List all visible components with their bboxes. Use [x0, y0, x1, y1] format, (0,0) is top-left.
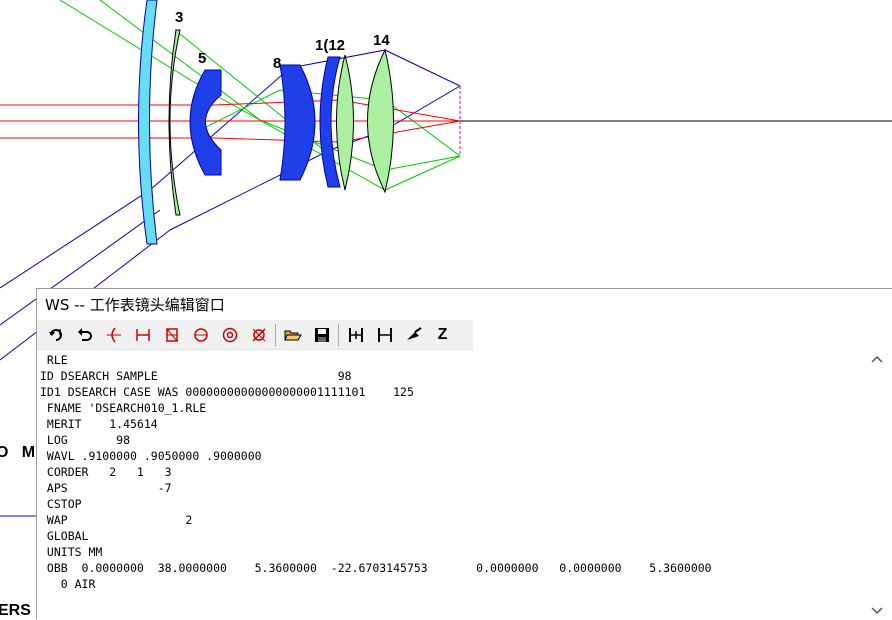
surface-label-12: 1(12 — [315, 37, 345, 54]
editor-line[interactable]: CORDER 2 1 3 — [40, 464, 863, 480]
lens-element-2 — [168, 29, 181, 216]
ws-editor-window: WS -- 工作表镜头编辑窗口 Z RLE ID DSEARCH SAMPLE … — [36, 288, 892, 620]
toolbar-separator — [338, 323, 339, 346]
editor-line[interactable]: UNITS MM — [40, 544, 863, 560]
thickness-marker-icon — [377, 327, 392, 342]
surface-label-14: 14 — [373, 32, 390, 49]
save-icon — [314, 327, 329, 342]
lens-element-4 — [279, 64, 316, 181]
z-button[interactable]: Z — [428, 322, 457, 348]
sphere-icon — [193, 327, 208, 342]
target-button[interactable] — [215, 322, 244, 348]
insert-surface-button[interactable] — [341, 322, 370, 348]
background-fragment-row: O M — [0, 444, 36, 461]
delete-button[interactable] — [244, 322, 273, 348]
editor-line[interactable]: APS -7 — [40, 480, 863, 496]
editor-line[interactable]: FNAME 'DSEARCH010_1.RLE — [40, 400, 863, 416]
undo-all-icon — [48, 328, 62, 341]
editor-line[interactable]: WAVL .9100000 .9050000 .9000000 — [40, 448, 863, 464]
lens-data-editor[interactable]: RLE ID DSEARCH SAMPLE 98 ID1 DSEARCH CASE … — [37, 350, 863, 620]
lens-element-6 — [336, 54, 354, 191]
delete-icon — [251, 327, 266, 342]
pickup-button[interactable] — [399, 322, 428, 348]
scroll-down-button[interactable] — [870, 606, 884, 616]
vertical-scrollbar[interactable] — [862, 350, 892, 620]
editor-line[interactable]: WAP 2 — [40, 512, 863, 528]
save-button[interactable] — [307, 322, 336, 348]
glass-button[interactable] — [157, 322, 186, 348]
pickup-icon — [406, 326, 422, 340]
window-title: WS -- 工作表镜头编辑窗口 — [45, 296, 225, 314]
surface-label-5: 5 — [198, 50, 206, 67]
z-icon: Z — [437, 325, 448, 343]
thickness-marker-button[interactable] — [370, 322, 399, 348]
curvature-icon — [106, 327, 121, 342]
chevron-up-icon — [871, 355, 883, 363]
editor-line[interactable]: MERIT 1.45614 — [40, 416, 863, 432]
sphere-button[interactable] — [186, 322, 215, 348]
lens-element-1 — [138, 0, 158, 245]
window-titlebar[interactable]: WS -- 工作表镜头编辑窗口 — [37, 289, 892, 320]
background-fragment-bottom: ERS — [0, 602, 31, 619]
editor-line[interactable]: RLE — [40, 352, 863, 368]
chevron-down-icon — [871, 607, 883, 615]
editor-line[interactable]: OBB 0.0000000 38.0000000 5.3600000 -22.6… — [40, 560, 863, 576]
green-rays — [59, 0, 461, 191]
editor-line[interactable]: CSTOP — [40, 496, 863, 512]
editor-line[interactable]: ID DSEARCH SAMPLE 98 — [40, 368, 863, 384]
editor-line[interactable]: LOG 98 — [40, 432, 863, 448]
target-icon — [222, 327, 237, 342]
undo-all-button[interactable] — [41, 322, 70, 348]
editor-line[interactable]: ID1 DSEARCH CASE WAS 0000000000000000000… — [40, 384, 863, 400]
thickness-button[interactable] — [128, 322, 157, 348]
editor-line[interactable]: GLOBAL — [40, 528, 863, 544]
lens-element-3 — [189, 69, 222, 176]
curvature-button[interactable] — [99, 322, 128, 348]
surface-label-8: 8 — [273, 55, 281, 72]
undo-icon — [77, 327, 92, 341]
surface-label-3: 3 — [175, 9, 183, 26]
scroll-up-button[interactable] — [870, 354, 884, 364]
toolbar: Z — [37, 320, 473, 350]
open-button[interactable] — [278, 322, 307, 348]
open-folder-icon — [283, 330, 302, 340]
toolbar-separator — [275, 323, 276, 346]
lens-element-7 — [367, 48, 394, 194]
insert-surface-icon — [348, 327, 363, 342]
glass-icon — [165, 327, 178, 342]
undo-button[interactable] — [70, 322, 99, 348]
thickness-icon — [135, 328, 150, 341]
editor-line[interactable]: 0 AIR — [40, 576, 863, 592]
